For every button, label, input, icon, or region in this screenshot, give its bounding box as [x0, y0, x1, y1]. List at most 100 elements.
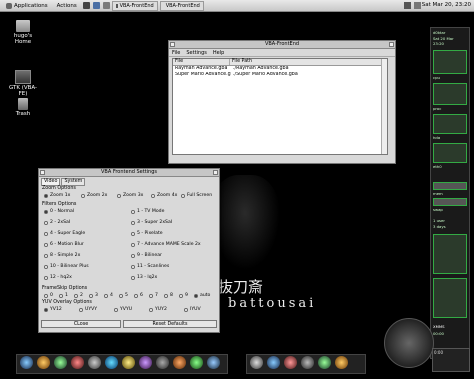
filter-radio[interactable]: 3 - Super 2xSaI [131, 220, 172, 225]
dock-launcher-icon[interactable] [156, 356, 169, 369]
yuv-radio[interactable]: YUY2 [149, 307, 167, 312]
yuv-radio[interactable]: YV12 [44, 307, 62, 312]
vertical-scrollbar[interactable] [381, 59, 387, 154]
frameskip-radio[interactable]: 7 [149, 293, 158, 298]
filter-radio[interactable]: 5 - Pixelate [131, 231, 163, 236]
dock-launcher-icon[interactable] [54, 356, 67, 369]
radio-dot [44, 242, 48, 247]
frameskip-radio[interactable]: 2 [74, 293, 83, 298]
desktop-icon-label: hugo's Home [13, 33, 33, 45]
dock-launcher-icon[interactable] [190, 356, 203, 369]
column-file[interactable]: File [173, 59, 230, 65]
close-button[interactable]: CLose [41, 320, 121, 328]
filter-radio[interactable]: 13 - lq2x [131, 275, 157, 280]
frameskip-radio[interactable]: 8 [164, 293, 173, 298]
xmms-player[interactable]: 0:00 [432, 348, 470, 372]
frontend-titlebar[interactable]: VBA-FrontEnd [169, 41, 395, 49]
tab-system[interactable]: System [61, 178, 86, 186]
menu-settings[interactable]: Settings [186, 50, 207, 56]
rom-list-header: File File Path [173, 59, 387, 66]
network-icon[interactable] [414, 2, 421, 9]
dock-launcher-icon[interactable] [267, 356, 280, 369]
applications-menu[interactable]: Applications [3, 2, 51, 9]
filter-radio[interactable]: 10 - Bilinear Plus [44, 264, 89, 269]
filter-radio[interactable]: 0 - Normal [44, 209, 74, 214]
radio-dot [151, 193, 155, 198]
filter-radio[interactable]: 6 - Motion Blur [44, 242, 84, 247]
task-button-frontend-2[interactable]: VBA-FrontEnd [159, 0, 204, 11]
full-screen-radio[interactable]: Full Screen [181, 193, 212, 198]
filter-radio[interactable]: 11 - Scanlines [131, 264, 169, 269]
zoom-2x-radio[interactable]: Zoom 2x [81, 193, 107, 198]
frameskip-radio[interactable]: 5 [119, 293, 128, 298]
menu-help[interactable]: Help [213, 50, 224, 56]
dock-launcher-icon[interactable] [301, 356, 314, 369]
frameskip-radio[interactable]: 4 [104, 293, 113, 298]
close-icon[interactable] [389, 42, 394, 47]
dock-launcher-icon[interactable] [318, 356, 331, 369]
dock-launcher-icon[interactable] [37, 356, 50, 369]
radio-label: 6 [140, 293, 143, 298]
dock-launcher-icon[interactable] [139, 356, 152, 369]
window-menu-icon[interactable] [40, 170, 45, 175]
zoom-4x-radio[interactable]: Zoom 4x [151, 193, 177, 198]
frameskip-auto-radio[interactable]: auto [194, 293, 210, 298]
filter-radio[interactable]: 8 - Simple 2x [44, 253, 80, 258]
task-button-frontend[interactable]: VBA-FrontEnd [111, 0, 158, 11]
filter-radio[interactable]: 7 - Advance MAME Scale 2x [131, 242, 201, 247]
media-dial[interactable] [384, 318, 434, 368]
rom-list[interactable]: File File Path Rayman Advance.gba ./Raym… [172, 58, 388, 155]
browser-icon[interactable] [92, 2, 100, 9]
dock-launcher-icon[interactable] [105, 356, 118, 369]
tab-video[interactable]: Video [41, 178, 61, 186]
dock-launcher-icon[interactable] [335, 356, 348, 369]
filter-radio[interactable]: 4 - Super Eagle [44, 231, 85, 236]
radio-label: 9 - Bilinear [137, 253, 162, 258]
wallpaper-figure [210, 175, 280, 270]
settings-titlebar[interactable]: VBA Frontend Settings [39, 169, 219, 177]
yuv-radio[interactable]: IYUV [184, 307, 201, 312]
radio-dot [44, 293, 48, 298]
radio-dot [44, 264, 48, 269]
frameskip-radio[interactable]: 6 [134, 293, 143, 298]
actions-menu[interactable]: Actions [54, 3, 80, 9]
radio-dot [131, 220, 135, 225]
filter-radio[interactable]: 1 - TV Mode [131, 209, 164, 214]
frameskip-radio[interactable]: 0 [44, 293, 53, 298]
dock-launcher-icon[interactable] [250, 356, 263, 369]
radio-label: 12 - hq2x [50, 275, 72, 280]
dock-launcher-icon[interactable] [207, 356, 220, 369]
dock-launcher-icon[interactable] [122, 356, 135, 369]
radio-dot [74, 293, 78, 298]
dock-launcher-icon[interactable] [284, 356, 297, 369]
monitor-time: 23:20 [433, 41, 444, 46]
zoom-3x-radio[interactable]: Zoom 3x [117, 193, 143, 198]
reset-defaults-button[interactable]: Reset Defaults [123, 320, 217, 328]
volume-icon[interactable] [404, 2, 411, 9]
table-row[interactable]: Super Mario Advance.gba ./Super Mario Ad… [173, 72, 387, 78]
terminal-icon[interactable] [82, 2, 90, 9]
dock-launcher-icon[interactable] [71, 356, 84, 369]
yuv-radio[interactable]: YVYU [114, 307, 132, 312]
home-desktop-icon[interactable]: hugo's Home [6, 20, 40, 45]
window-menu-icon[interactable] [170, 42, 175, 47]
frameskip-radio[interactable]: 3 [89, 293, 98, 298]
clock[interactable]: Sat Mar 20, 23:20 [422, 2, 471, 8]
frameskip-radio[interactable]: 9 [179, 293, 188, 298]
dock-launcher-icon[interactable] [173, 356, 186, 369]
frameskip-radio[interactable]: 1 [59, 293, 68, 298]
filter-radio[interactable]: 2 - 2xSaI [44, 220, 70, 225]
dock-launcher-icon[interactable] [88, 356, 101, 369]
menu-file[interactable]: File [172, 50, 180, 56]
filter-radio[interactable]: 9 - Bilinear [131, 253, 162, 258]
editor-icon[interactable] [102, 2, 110, 9]
column-path[interactable]: File Path [230, 59, 383, 65]
zoom-1x-radio[interactable]: Zoom 1x [44, 193, 70, 198]
yuv-radio[interactable]: UYVY [79, 307, 97, 312]
close-icon[interactable] [213, 170, 218, 175]
trash-desktop-icon[interactable]: Trash [6, 98, 40, 117]
dock-launcher-icon[interactable] [20, 356, 33, 369]
rom-file: Super Mario Advance.gba [175, 72, 231, 77]
gtk-vba-desktop-icon[interactable]: GTK (VBA-FE) [6, 70, 40, 97]
filter-radio[interactable]: 12 - hq2x [44, 275, 72, 280]
